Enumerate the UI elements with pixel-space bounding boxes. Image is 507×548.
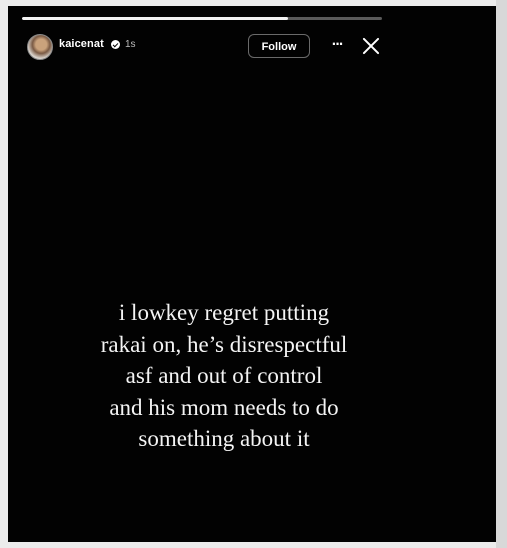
avatar[interactable] [27, 34, 53, 60]
story-header: kaicenat 1s Follow ··· [22, 32, 486, 64]
story-text-line: i lowkey regret putting [118, 300, 330, 325]
timestamp: 1s [125, 39, 136, 50]
story-text-line: asf and out of control [125, 363, 323, 388]
story-progress-fill [22, 17, 289, 20]
story-viewer[interactable]: kaicenat 1s Follow ··· i lowkey regret p… [8, 6, 496, 542]
close-icon[interactable] [360, 35, 382, 57]
username[interactable]: kaicenat [59, 38, 104, 50]
more-options-icon[interactable]: ··· [327, 36, 347, 56]
follow-button[interactable]: Follow [248, 34, 310, 58]
story-text-line: and his mom needs to do [109, 394, 339, 420]
verified-badge-icon [111, 40, 120, 49]
screenshot-frame: kaicenat 1s Follow ··· i lowkey regret p… [0, 0, 507, 548]
screenshot-edge [496, 0, 507, 548]
story-text-line: rakai on, he’s disrespectful [100, 331, 348, 357]
story-text: i lowkey regret putting rakai on, he’s d… [18, 297, 430, 455]
story-text-line: something about it [138, 426, 310, 451]
story-progress-bar [22, 17, 382, 20]
